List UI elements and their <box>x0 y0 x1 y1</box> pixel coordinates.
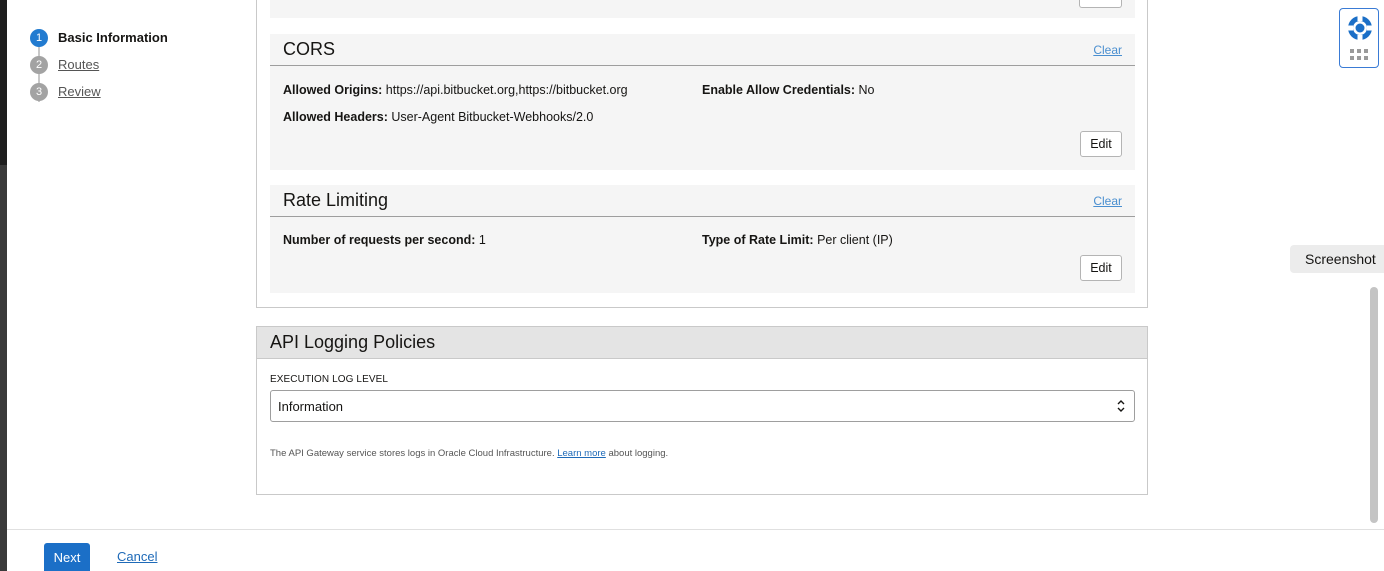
requests-per-second-value: 1 <box>478 233 486 247</box>
rate-limiting-edit-button[interactable]: Edit <box>1080 255 1122 281</box>
left-window-edge <box>0 0 7 571</box>
left-edge-highlight <box>0 0 7 165</box>
rate-limit-type-label: Type of Rate Limit: <box>702 233 814 247</box>
execution-log-level-select[interactable]: Information <box>270 390 1135 422</box>
allowed-headers: Allowed Headers: User-Agent Bitbucket-We… <box>283 110 593 124</box>
step-review[interactable]: 3 Review <box>30 78 250 105</box>
allowed-origins: Allowed Origins: https://api.bitbucket.o… <box>283 83 628 97</box>
step-label[interactable]: Review <box>58 84 101 99</box>
previous-policy-card <box>270 0 1135 18</box>
edit-button-partial[interactable] <box>1079 0 1122 8</box>
help-widget[interactable] <box>1339 8 1379 68</box>
api-logging-policies-panel: API Logging Policies EXECUTION LOG LEVEL… <box>256 326 1148 495</box>
step-number: 3 <box>30 82 48 101</box>
requests-per-second: Number of requests per second: 1 <box>283 233 486 247</box>
learn-more-link[interactable]: Learn more <box>557 448 606 459</box>
allowed-headers-value: User-Agent Bitbucket-Webhooks/2.0 <box>391 110 594 124</box>
step-label[interactable]: Routes <box>58 57 99 72</box>
wizard-stepper: 1 Basic Information 2 Routes 3 Review <box>30 24 250 105</box>
step-number: 2 <box>30 55 48 74</box>
logging-header: API Logging Policies <box>257 327 1147 359</box>
allow-credentials: Enable Allow Credentials: No <box>702 83 875 97</box>
cors-clear-link[interactable]: Clear <box>1093 43 1122 57</box>
step-basic-information[interactable]: 1 Basic Information <box>30 24 250 51</box>
footer-divider <box>7 529 1384 530</box>
help-prefix: The API Gateway service stores logs in O… <box>270 448 555 459</box>
cancel-link[interactable]: Cancel <box>117 549 157 564</box>
help-suffix: about logging. <box>608 448 669 459</box>
rate-limiting-header: Rate Limiting Clear <box>270 185 1135 217</box>
allowed-origins-value: https://api.bitbucket.org,https://bitbuc… <box>385 83 628 97</box>
next-button[interactable]: Next <box>44 543 90 571</box>
step-label: Basic Information <box>58 30 168 45</box>
cors-header: CORS Clear <box>270 34 1135 66</box>
drag-grip-icon[interactable] <box>1350 49 1370 61</box>
lifebuoy-icon <box>1348 16 1372 40</box>
scrollbar-thumb[interactable] <box>1370 287 1378 523</box>
rate-limit-type-value: Per client (IP) <box>817 233 893 247</box>
select-chevron-icon <box>1117 400 1125 412</box>
rate-limiting-clear-link[interactable]: Clear <box>1093 194 1122 208</box>
execution-log-level-value: Information <box>278 398 344 414</box>
rate-limiting-card: Rate Limiting Clear Number of requests p… <box>270 185 1135 293</box>
cors-title: CORS <box>283 39 336 59</box>
allowed-origins-label: Allowed Origins: <box>283 83 383 97</box>
logging-help-text: The API Gateway service stores logs in O… <box>270 448 668 459</box>
allow-credentials-label: Enable Allow Credentials: <box>702 83 856 97</box>
allowed-headers-label: Allowed Headers: <box>283 110 388 124</box>
cors-edit-button[interactable]: Edit <box>1080 131 1122 157</box>
rate-limiting-title: Rate Limiting <box>283 190 389 210</box>
allow-credentials-value: No <box>858 83 875 97</box>
execution-log-level-label: EXECUTION LOG LEVEL <box>270 374 389 385</box>
rate-limit-type: Type of Rate Limit: Per client (IP) <box>702 233 893 247</box>
logging-title: API Logging Policies <box>270 332 436 352</box>
step-number: 1 <box>30 28 48 47</box>
step-routes[interactable]: 2 Routes <box>30 51 250 78</box>
requests-per-second-label: Number of requests per second: <box>283 233 476 247</box>
screenshot-tab[interactable]: Screenshot <box>1290 245 1384 273</box>
cors-card: CORS Clear Allowed Origins: https://api.… <box>270 34 1135 170</box>
